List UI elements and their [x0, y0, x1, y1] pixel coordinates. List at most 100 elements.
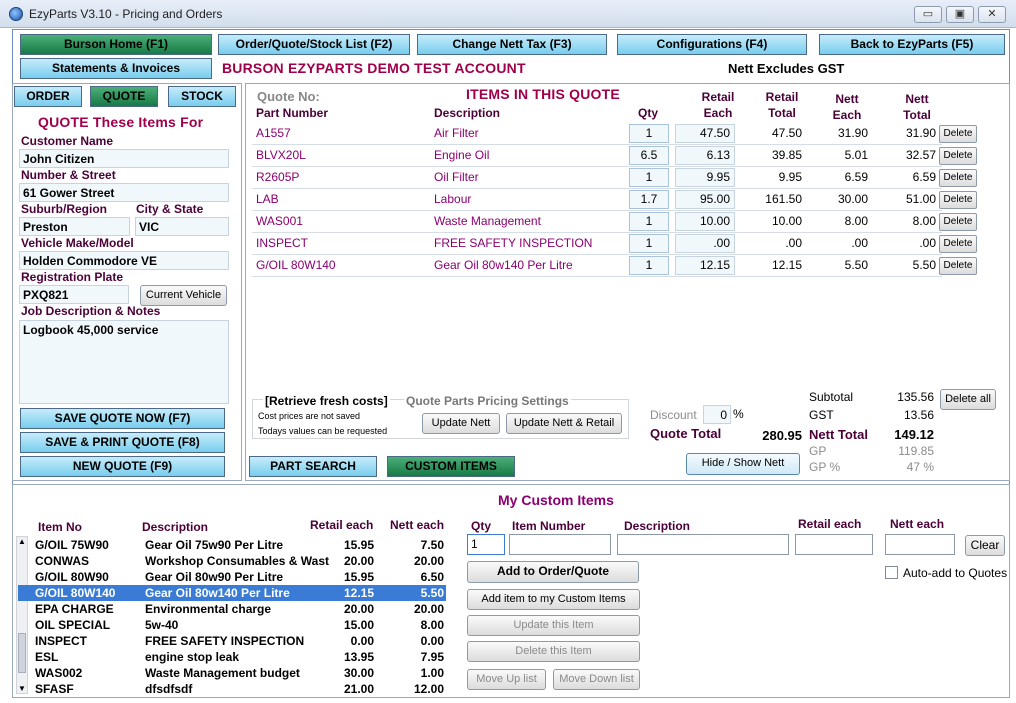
back-to-ezyparts-button[interactable]: Back to EzyParts (F5) [819, 34, 1005, 55]
part-search-tab[interactable]: PART SEARCH [249, 456, 377, 477]
form-desc-input[interactable] [617, 534, 789, 555]
quote-item-desc: Gear Oil 80w140 Per Litre [434, 258, 573, 272]
statements-invoices-button[interactable]: Statements & Invoices [20, 58, 212, 79]
customer-name-field[interactable]: John Citizen [19, 149, 229, 168]
custom-item-row[interactable]: G/OIL 80W90 Gear Oil 80w90 Per Litre 15.95… [18, 569, 446, 585]
form-item-input[interactable] [509, 534, 611, 555]
custom-item-row[interactable]: G/OIL 80W140 Gear Oil 80w140 Per Litre 12.… [18, 585, 446, 601]
custom-nett-header: Nett each [390, 518, 445, 532]
notes-field[interactable]: Logbook 45,000 service [19, 320, 229, 404]
custom-item-desc: FREE SAFETY INSPECTION [145, 634, 305, 648]
quote-number-label: Quote No: [257, 89, 320, 104]
quote-item-qty[interactable]: 1 [629, 234, 669, 253]
quote-item-row[interactable]: BLVX20L Engine Oil 6.5 6.13 39.85 5.01 32.57 [252, 145, 942, 167]
quote-item-part: R2605P [256, 170, 300, 184]
quote-item-retail-total: 39.85 [771, 148, 802, 162]
qty-header: Qty [638, 106, 659, 120]
add-custom-item-button[interactable]: Add item to my Custom Items [467, 589, 640, 610]
add-to-order-button[interactable]: Add to Order/Quote [467, 561, 639, 583]
city-field[interactable]: VIC [135, 217, 229, 236]
minimize-button[interactable]: ▭ [914, 6, 942, 23]
custom-item-row[interactable]: EPA CHARGE Environmental charge 20.00 20.00 [18, 601, 446, 617]
custom-item-row[interactable]: G/OIL 75W90 Gear Oil 75w90 Per Litre 15.95… [18, 537, 446, 553]
close-button[interactable]: ✕ [978, 6, 1006, 23]
form-nett-input[interactable] [885, 534, 955, 555]
quote-item-qty[interactable]: 1.7 [629, 190, 669, 209]
quote-item-qty[interactable]: 1 [629, 124, 669, 143]
quote-item-row[interactable]: LAB Labour 1.7 95.00 161.50 30.00 51.00 [252, 189, 942, 211]
custom-item-row[interactable]: INSPECT FREE SAFETY INSPECTION 0.00 0.00 [18, 633, 446, 649]
order-list-button[interactable]: Order/Quote/Stock List (F2) [218, 34, 410, 55]
delete-item-button[interactable]: Delete [939, 147, 977, 165]
delete-item-button[interactable]: Delete [939, 213, 977, 231]
custom-items-tab[interactable]: CUSTOM ITEMS [387, 456, 515, 477]
delete-item-button[interactable]: Delete [939, 125, 977, 143]
form-retail-input[interactable] [795, 534, 873, 555]
custom-item-row[interactable]: OIL SPECIAL 5w-40 15.00 8.00 [18, 617, 446, 633]
save-quote-button[interactable]: SAVE QUOTE NOW (F7) [20, 408, 225, 429]
suburb-field[interactable]: Preston [19, 217, 130, 236]
delete-item-button[interactable]: Delete [939, 191, 977, 209]
move-down-button[interactable]: Move Down list [553, 669, 640, 690]
percent-sign: % [733, 407, 744, 421]
custom-item-nett: 0.00 [420, 634, 444, 648]
custom-item-nett: 5.50 [420, 586, 444, 600]
quote-item-retail-each[interactable]: 95.00 [675, 190, 735, 209]
custom-item-no: OIL SPECIAL [35, 618, 111, 632]
quote-item-retail-each[interactable]: 10.00 [675, 212, 735, 231]
quote-item-row[interactable]: WAS001 Waste Management 1 10.00 10.00 8.00 8.0… [252, 211, 942, 233]
update-nett-button[interactable]: Update Nett [422, 413, 500, 434]
discount-field[interactable]: 0 [703, 405, 731, 424]
quote-item-qty[interactable]: 1 [629, 256, 669, 275]
clear-button[interactable]: Clear [965, 535, 1005, 556]
hide-show-nett-button[interactable]: Hide / Show Nett [686, 453, 800, 475]
tab-order[interactable]: ORDER [14, 86, 82, 107]
quote-item-qty[interactable]: 6.5 [629, 146, 669, 165]
street-label: Number & Street [21, 168, 116, 182]
configurations-button[interactable]: Configurations (F4) [617, 34, 807, 55]
quote-item-nett-total: .00 [919, 236, 936, 250]
delete-item-button[interactable]: Delete [939, 235, 977, 253]
quote-item-row[interactable]: R2605P Oil Filter 1 9.95 9.95 6.59 6.59 [252, 167, 942, 189]
quote-item-qty[interactable]: 1 [629, 168, 669, 187]
quote-item-retail-each[interactable]: 9.95 [675, 168, 735, 187]
update-nett-retail-button[interactable]: Update Nett & Retail [506, 413, 622, 434]
quote-item-retail-each[interactable]: .00 [675, 234, 735, 253]
delete-item-button[interactable]: Delete [939, 169, 977, 187]
custom-item-row[interactable]: ESL engine stop leak 13.95 7.95 [18, 649, 446, 665]
tab-stock[interactable]: STOCK [168, 86, 236, 107]
quote-item-row[interactable]: G/OIL 80W140 Gear Oil 80w140 Per Litre 1 12… [252, 255, 942, 277]
delete-item-button[interactable]: Delete this Item [467, 641, 640, 662]
custom-item-row[interactable]: WAS002 Waste Management budget 30.00 1.00 [18, 665, 446, 681]
restore-button[interactable]: ▣ [946, 6, 974, 23]
form-item-label: Item Number [512, 519, 586, 533]
delete-item-button[interactable]: Delete [939, 257, 977, 275]
quote-item-qty[interactable]: 1 [629, 212, 669, 231]
change-tax-button[interactable]: Change Nett Tax (F3) [417, 34, 607, 55]
quote-item-retail-each[interactable]: 6.13 [675, 146, 735, 165]
quote-item-nett-each: 5.50 [844, 258, 868, 272]
rego-field[interactable]: PXQ821 [19, 285, 129, 304]
save-print-quote-button[interactable]: SAVE & PRINT QUOTE (F8) [20, 432, 225, 453]
tab-quote[interactable]: QUOTE [90, 86, 158, 107]
vehicle-field[interactable]: Holden Commodore VE [19, 251, 229, 270]
delete-all-button[interactable]: Delete all [940, 389, 996, 410]
current-vehicle-button[interactable]: Current Vehicle [140, 285, 227, 306]
quote-item-retail-each[interactable]: 12.15 [675, 256, 735, 275]
street-field[interactable]: 61 Gower Street [19, 183, 229, 202]
custom-item-row[interactable]: SFASF dfsdfsdf 21.00 12.00 [18, 681, 446, 697]
update-item-button[interactable]: Update this Item [467, 615, 640, 636]
new-quote-button[interactable]: NEW QUOTE (F9) [20, 456, 225, 477]
custom-item-retail: 15.95 [343, 570, 374, 584]
move-up-button[interactable]: Move Up list [467, 669, 546, 690]
quote-item-nett-total: 6.59 [912, 170, 936, 184]
burson-home-button[interactable]: Burson Home (F1) [20, 34, 212, 55]
quote-item-retail-each[interactable]: 47.50 [675, 124, 735, 143]
form-qty-input[interactable]: 1 [467, 534, 505, 555]
auto-add-checkbox[interactable] [885, 566, 898, 579]
quote-item-row[interactable]: A1557 Air Filter 1 47.50 47.50 31.90 31.90 [252, 123, 942, 145]
custom-item-row[interactable]: CONWAS Workshop Consumables & Wast 20.00 20… [18, 553, 446, 569]
quote-item-row[interactable]: INSPECT FREE SAFETY INSPECTION 1 .00 .00 .00.… [252, 233, 942, 255]
discount-label: Discount [650, 408, 697, 422]
custom-item-nett: 7.50 [420, 538, 444, 552]
